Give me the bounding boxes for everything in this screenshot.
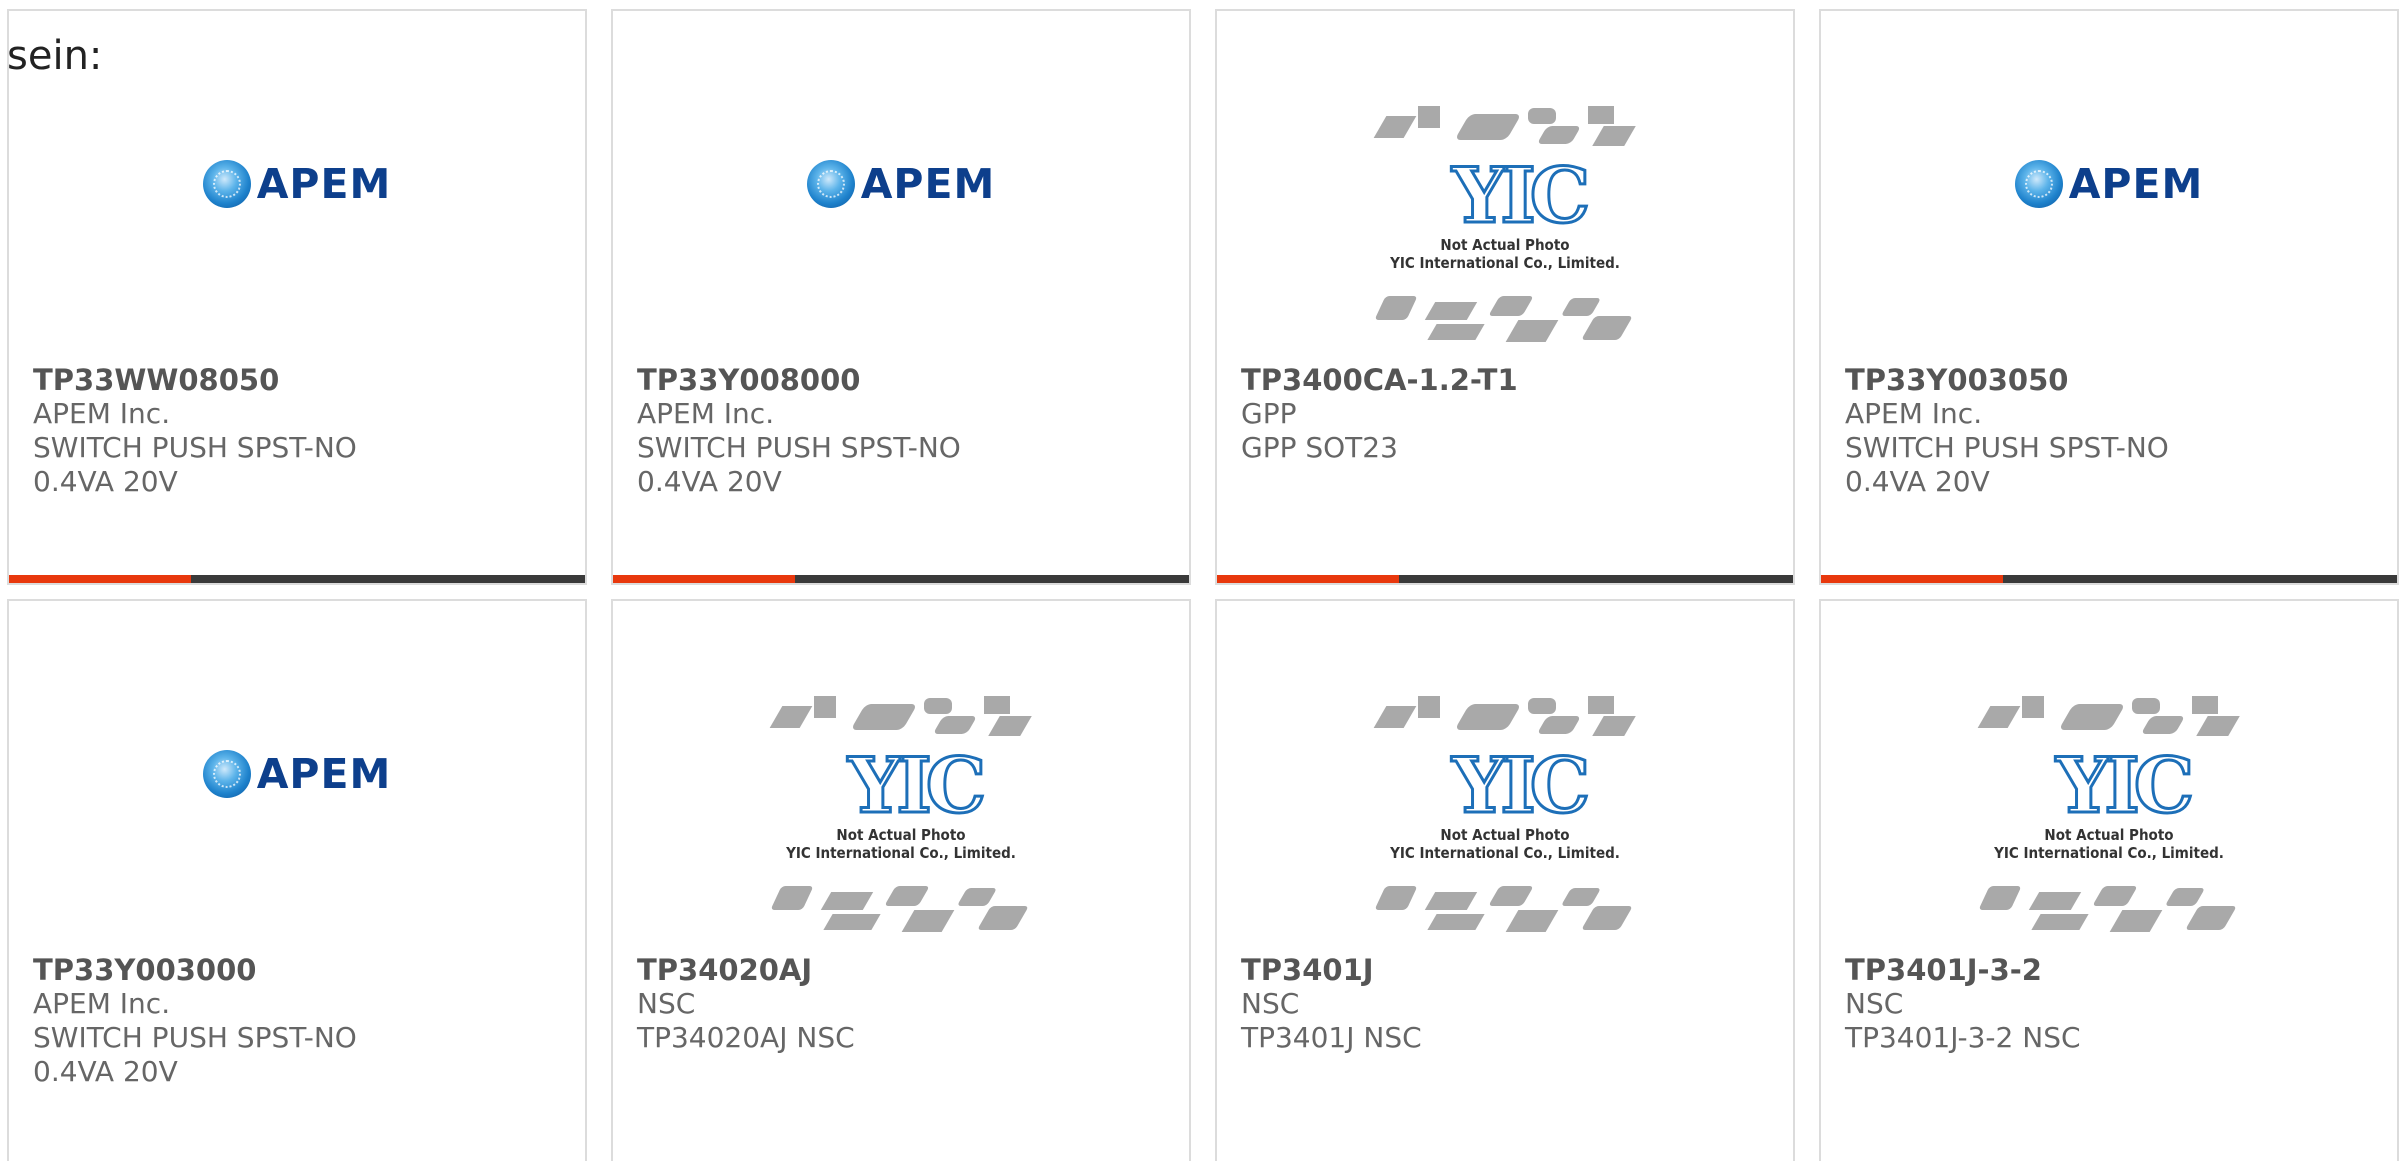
manufacturer: APEM Inc. xyxy=(637,397,775,430)
placeholder-note-line1: Not Actual Photo xyxy=(1440,826,1570,844)
placeholder-note-line2: YIC International Co., Limited. xyxy=(1390,254,1620,272)
accent-strip xyxy=(1217,575,1399,583)
manufacturer: APEM Inc. xyxy=(1845,397,1983,430)
product-card[interactable]: APEM TP33Y003050 APEM Inc. SWITCH PUSH S… xyxy=(1819,9,2399,585)
placeholder-note-line2: YIC International Co., Limited. xyxy=(786,844,1016,862)
description: SWITCH PUSH SPST-NO 0.4VA 20V xyxy=(637,431,961,498)
description: TP3401J-3-2 NSC xyxy=(1845,1021,2081,1054)
globe-icon xyxy=(2014,160,2063,208)
card-bottom-bar xyxy=(1821,575,2397,583)
placeholder-note-line1: Not Actual Photo xyxy=(1440,236,1570,254)
card-bottom-bar xyxy=(9,575,585,583)
part-number[interactable]: TP34020AJ xyxy=(637,953,1165,987)
manufacturer: NSC xyxy=(1241,987,1300,1020)
apem-logo: APEM xyxy=(202,160,392,208)
product-image[interactable]: APEM xyxy=(9,91,585,361)
manufacturer: APEM Inc. xyxy=(33,987,171,1020)
description: TP3401J NSC xyxy=(1241,1021,1422,1054)
product-image[interactable]: APEM xyxy=(1821,91,2397,361)
part-number[interactable]: TP33Y003050 xyxy=(1845,363,2373,397)
card-bottom-bar xyxy=(1217,575,1793,583)
product-card[interactable]: YIC Not Actual Photo YIC International C… xyxy=(1215,9,1795,585)
description: SWITCH PUSH SPST-NO 0.4VA 20V xyxy=(33,1021,357,1088)
globe-icon xyxy=(806,160,855,208)
product-image[interactable]: APEM xyxy=(613,91,1189,361)
manufacturer: APEM Inc. xyxy=(33,397,171,430)
manufacturer: GPP xyxy=(1241,397,1297,430)
part-number[interactable]: TP33WW08050 xyxy=(33,363,561,397)
placeholder-note-line2: YIC International Co., Limited. xyxy=(1994,844,2224,862)
apem-logo: APEM xyxy=(202,750,392,798)
intro-text: sein: xyxy=(7,33,103,79)
product-card[interactable]: YIC Not Actual Photo YIC International C… xyxy=(611,599,1191,1161)
yic-logo: YIC xyxy=(846,741,987,830)
yic-logo: YIC xyxy=(2054,741,2195,830)
product-image[interactable]: YIC Not Actual Photo YIC International C… xyxy=(613,681,1189,951)
card-bottom-bar xyxy=(613,575,1189,583)
apem-logo-text: APEM xyxy=(256,160,392,208)
part-number[interactable]: TP33Y008000 xyxy=(637,363,1165,397)
part-number[interactable]: TP3401J xyxy=(1241,953,1769,987)
globe-icon xyxy=(202,750,251,798)
placeholder-note-line1: Not Actual Photo xyxy=(836,826,966,844)
globe-icon xyxy=(202,160,251,208)
description: GPP SOT23 xyxy=(1241,431,1398,464)
product-grid-page: sein: APEM TP33WW08050 APEM Inc. SWITCH … xyxy=(0,0,2400,1161)
accent-strip xyxy=(9,575,191,583)
product-card[interactable]: YIC Not Actual Photo YIC International C… xyxy=(1819,599,2399,1161)
placeholder-note-line2: YIC International Co., Limited. xyxy=(1390,844,1620,862)
product-card[interactable]: YIC Not Actual Photo YIC International C… xyxy=(1215,599,1795,1161)
apem-logo-text: APEM xyxy=(860,160,996,208)
accent-strip xyxy=(1821,575,2003,583)
product-image[interactable]: YIC Not Actual Photo YIC International C… xyxy=(1217,681,1793,951)
yic-placeholder-image: YIC Not Actual Photo YIC International C… xyxy=(1370,106,1640,346)
product-card[interactable]: APEM TP33Y008000 APEM Inc. SWITCH PUSH S… xyxy=(611,9,1191,585)
yic-placeholder-image: YIC Not Actual Photo YIC International C… xyxy=(1370,696,1640,936)
product-image[interactable]: APEM xyxy=(9,681,585,951)
accent-strip xyxy=(613,575,795,583)
apem-logo-text: APEM xyxy=(256,750,392,798)
apem-logo-text: APEM xyxy=(2068,160,2204,208)
product-card[interactable]: APEM TP33Y003000 APEM Inc. SWITCH PUSH S… xyxy=(7,599,587,1161)
product-image[interactable]: YIC Not Actual Photo YIC International C… xyxy=(1821,681,2397,951)
part-number[interactable]: TP33Y003000 xyxy=(33,953,561,987)
yic-logo: YIC xyxy=(1450,741,1591,830)
description: SWITCH PUSH SPST-NO 0.4VA 20V xyxy=(33,431,357,498)
yic-logo: YIC xyxy=(1450,151,1591,240)
part-number[interactable]: TP3400CA-1.2-T1 xyxy=(1241,363,1769,397)
apem-logo: APEM xyxy=(2014,160,2204,208)
product-image[interactable]: YIC Not Actual Photo YIC International C… xyxy=(1217,91,1793,361)
yic-placeholder-image: YIC Not Actual Photo YIC International C… xyxy=(766,696,1036,936)
manufacturer: NSC xyxy=(1845,987,1904,1020)
description: SWITCH PUSH SPST-NO 0.4VA 20V xyxy=(1845,431,2169,498)
product-card[interactable]: APEM TP33WW08050 APEM Inc. SWITCH PUSH S… xyxy=(7,9,587,585)
part-number[interactable]: TP3401J-3-2 xyxy=(1845,953,2373,987)
placeholder-note-line1: Not Actual Photo xyxy=(2044,826,2174,844)
yic-placeholder-image: YIC Not Actual Photo YIC International C… xyxy=(1974,696,2244,936)
description: TP34020AJ NSC xyxy=(637,1021,855,1054)
apem-logo: APEM xyxy=(806,160,996,208)
manufacturer: NSC xyxy=(637,987,696,1020)
